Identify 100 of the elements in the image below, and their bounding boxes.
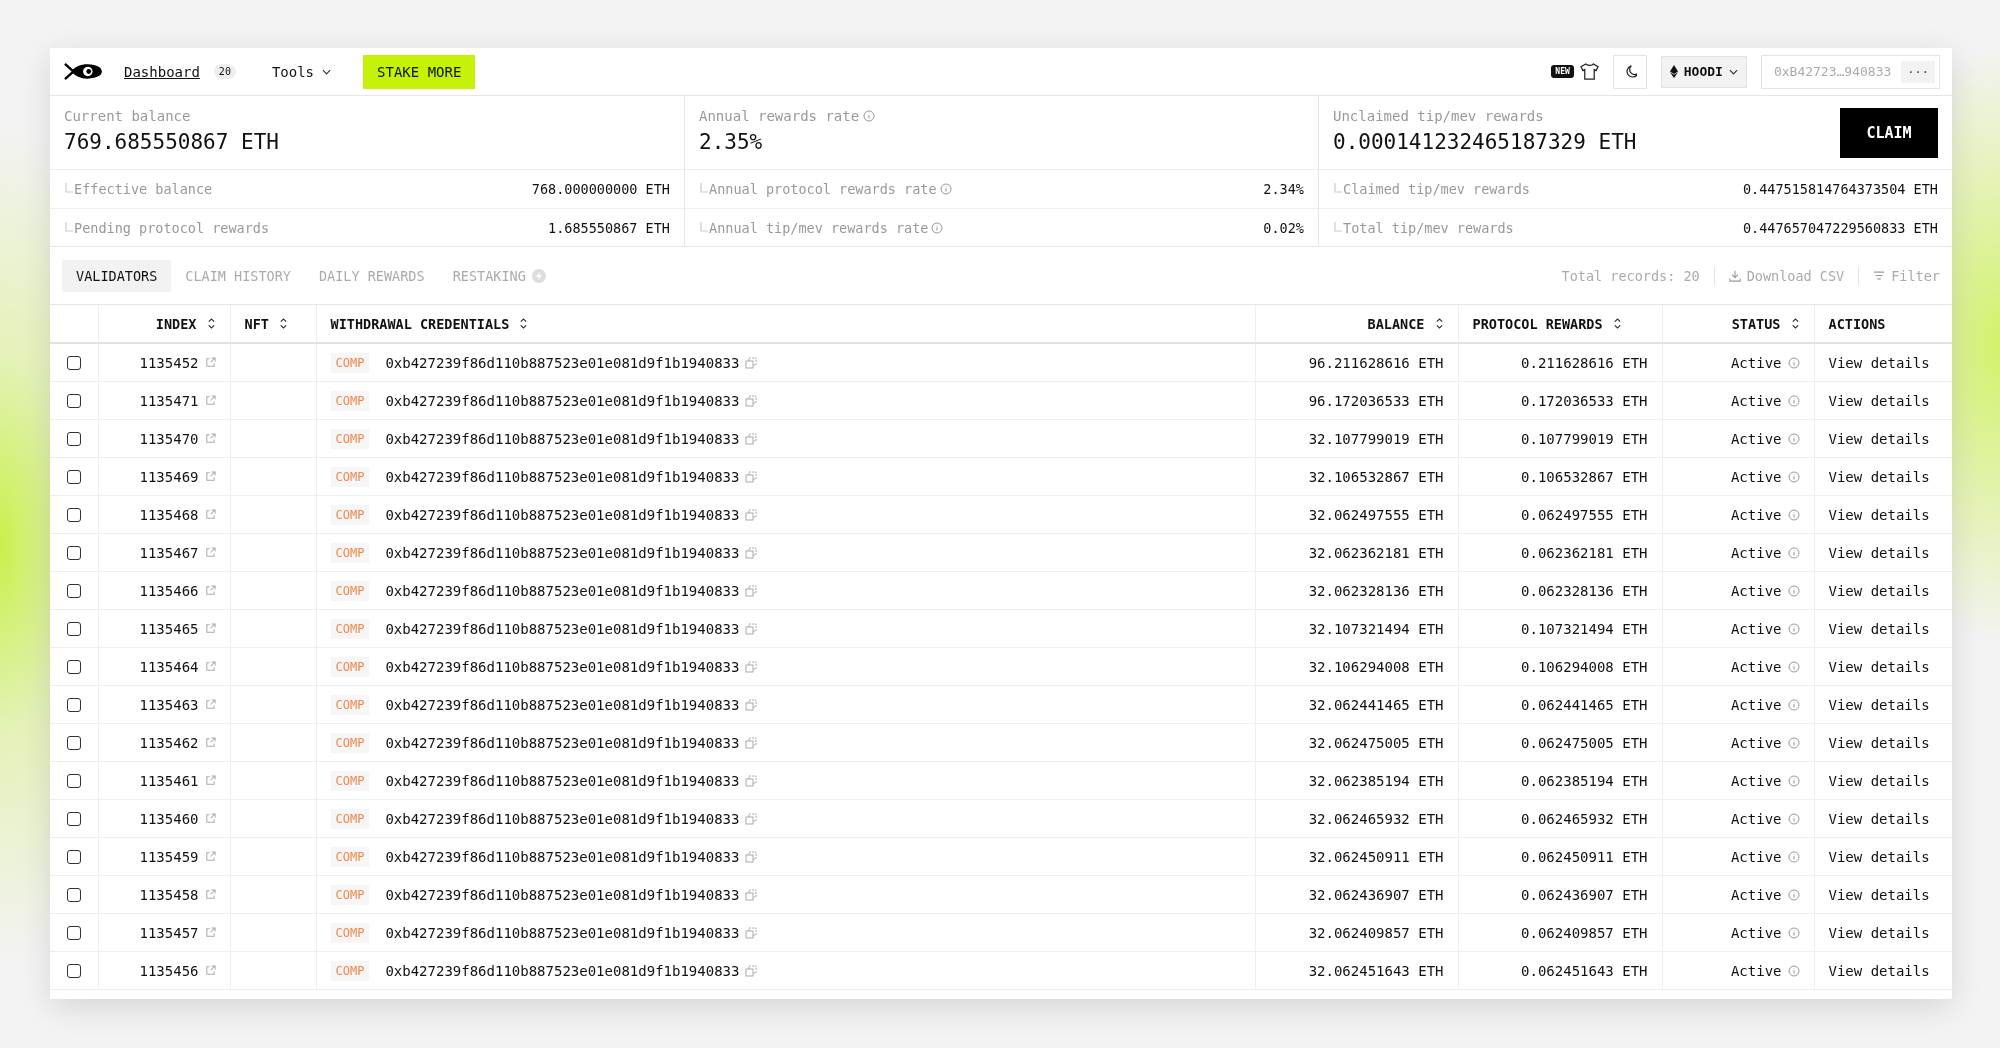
view-details-link[interactable]: View details [1828,772,1930,789]
copy-icon[interactable] [745,356,758,369]
copy-icon[interactable] [745,622,758,635]
external-link-icon[interactable] [204,851,216,862]
view-details-link[interactable]: View details [1828,392,1930,409]
external-link-icon[interactable] [204,889,216,900]
external-link-icon[interactable] [204,395,216,406]
sort-icon[interactable] [278,317,288,330]
view-details-link[interactable]: View details [1828,810,1930,827]
shirt-icon[interactable] [1579,63,1599,80]
copy-icon[interactable] [745,584,758,597]
row-checkbox[interactable] [66,963,81,978]
view-details-link[interactable]: View details [1828,354,1930,371]
validator-index: 1135452 [139,354,199,371]
external-link-icon[interactable] [204,357,216,368]
row-checkbox[interactable] [66,811,81,826]
tab[interactable]: VALIDATORS [62,259,172,292]
filter-icon [1873,270,1886,281]
view-details-link[interactable]: View details [1828,734,1930,751]
external-link-icon[interactable] [204,699,216,710]
summary-value: 2.35% [699,130,764,154]
copy-icon[interactable] [745,812,758,825]
claim-button[interactable]: CLAIM [1840,108,1938,158]
copy-icon[interactable] [745,850,758,863]
view-details-link[interactable]: View details [1828,848,1930,865]
view-details-link[interactable]: View details [1828,924,1930,941]
view-details-link[interactable]: View details [1828,430,1930,447]
view-details-link[interactable]: View details [1828,468,1930,485]
status-text: Active [1730,924,1782,941]
copy-icon[interactable] [745,698,758,711]
view-details-link[interactable]: View details [1828,506,1930,523]
view-details-link[interactable]: View details [1828,582,1930,599]
sort-icon[interactable] [206,317,216,330]
row-checkbox[interactable] [66,697,81,712]
row-checkbox[interactable] [66,431,81,446]
copy-icon[interactable] [745,964,758,977]
row-checkbox[interactable] [66,621,81,636]
external-link-icon[interactable] [204,965,216,976]
external-link-icon[interactable] [204,927,216,938]
row-checkbox[interactable] [66,735,81,750]
copy-icon[interactable] [745,546,758,559]
external-link-icon[interactable] [204,433,216,444]
copy-icon[interactable] [745,926,758,939]
validator-index: 1135459 [139,848,199,865]
view-details-link[interactable]: View details [1828,962,1930,979]
external-link-icon[interactable] [204,623,216,634]
copy-icon[interactable] [745,394,758,407]
external-link-icon[interactable] [204,471,216,482]
row-checkbox[interactable] [66,659,81,674]
row-checkbox[interactable] [66,507,81,522]
info-icon [1787,850,1800,863]
balance-cell: 96.172036533 ETH [1308,392,1444,409]
row-checkbox[interactable] [66,355,81,370]
copy-icon[interactable] [745,774,758,787]
elbow-icon [1333,220,1343,235]
copy-icon[interactable] [745,508,758,521]
view-details-link[interactable]: View details [1828,696,1930,713]
network-select[interactable]: HOODI [1660,55,1747,88]
view-details-link[interactable]: View details [1828,620,1930,637]
row-checkbox[interactable] [66,887,81,902]
row-checkbox[interactable] [66,773,81,788]
dashboard-link[interactable]: Dashboard [124,63,200,80]
balance-cell: 32.062362181 ETH [1308,544,1444,561]
external-link-icon[interactable] [204,661,216,672]
copy-icon[interactable] [745,736,758,749]
view-details-link[interactable]: View details [1828,886,1930,903]
copy-icon[interactable] [745,432,758,445]
row-checkbox[interactable] [66,849,81,864]
sort-icon[interactable] [519,317,529,330]
info-icon [1787,432,1800,445]
copy-icon[interactable] [745,888,758,901]
stake-more-button[interactable]: STAKE MORE [363,54,476,89]
balance-cell: 32.107799019 ETH [1308,430,1444,447]
balance-cell: 32.062475005 ETH [1308,734,1444,751]
view-details-link[interactable]: View details [1828,544,1930,561]
external-link-icon[interactable] [204,737,216,748]
wallet-address[interactable]: 0xB42723…940833 ··· [1760,54,1940,89]
balance-cell: 32.062465932 ETH [1308,810,1444,827]
external-link-icon[interactable] [204,547,216,558]
row-checkbox[interactable] [66,583,81,598]
row-checkbox[interactable] [66,393,81,408]
eye-logo[interactable] [64,60,104,83]
sort-icon[interactable] [1790,317,1800,330]
copy-icon[interactable] [745,660,758,673]
validator-index: 1135462 [139,734,199,751]
type-badge: COMP [330,656,370,677]
external-link-icon[interactable] [204,509,216,520]
external-link-icon[interactable] [204,775,216,786]
row-checkbox[interactable] [66,545,81,560]
moon-icon[interactable] [1612,54,1647,89]
external-link-icon[interactable] [204,813,216,824]
tools-menu[interactable]: Tools [265,62,338,81]
sort-icon[interactable] [1612,317,1622,330]
view-details-link[interactable]: View details [1828,658,1930,675]
external-link-icon[interactable] [204,585,216,596]
copy-icon[interactable] [745,470,758,483]
row-checkbox[interactable] [66,469,81,484]
sort-icon[interactable] [1434,317,1444,330]
info-icon [1787,774,1800,787]
row-checkbox[interactable] [66,925,81,940]
